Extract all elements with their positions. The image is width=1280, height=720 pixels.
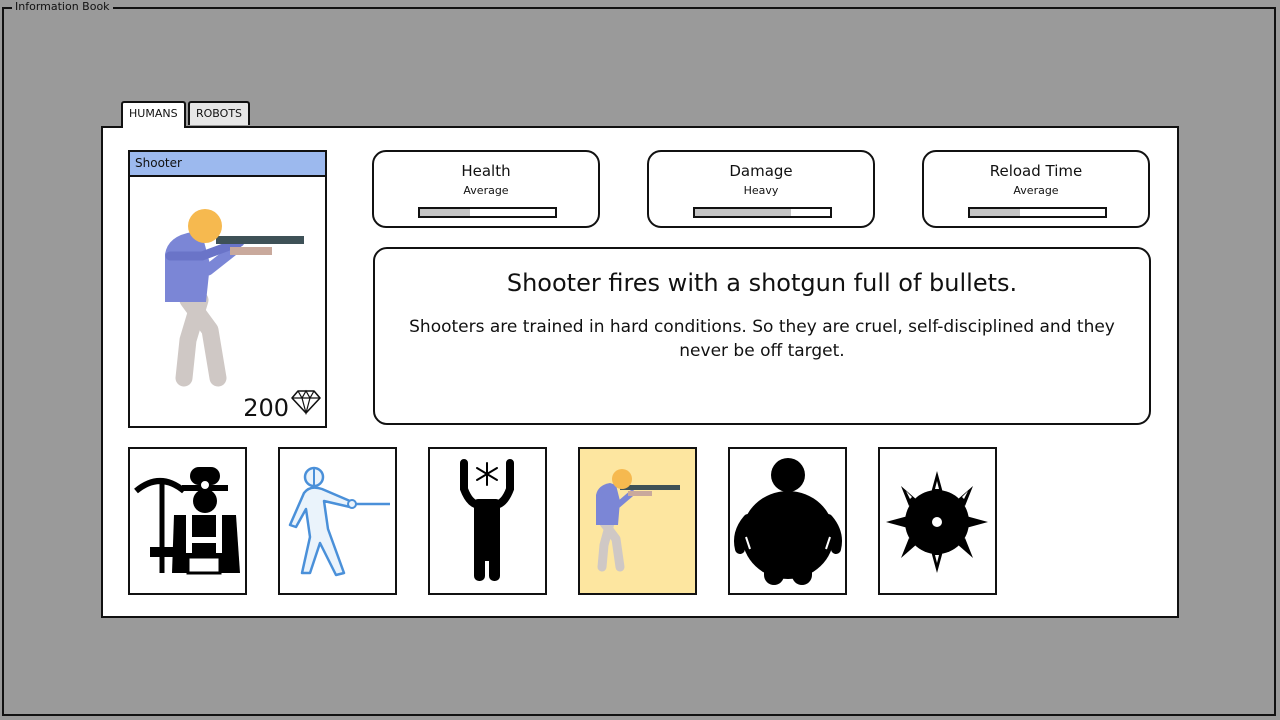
stat-bar bbox=[418, 207, 557, 218]
stat-name: Health bbox=[461, 162, 511, 180]
stat-bar-fill bbox=[420, 209, 470, 216]
fencer-icon bbox=[288, 466, 390, 577]
diamond-icon bbox=[290, 389, 322, 419]
tab-humans[interactable]: HUMANS bbox=[121, 101, 186, 128]
description-box: Shooter fires with a shotgun full of bul… bbox=[373, 247, 1151, 425]
stat-bar bbox=[693, 207, 832, 218]
frost-man-icon bbox=[460, 459, 514, 581]
fat-man-icon bbox=[734, 458, 842, 585]
stat-bar-fill bbox=[970, 209, 1020, 216]
unit-slot-miner[interactable] bbox=[128, 447, 247, 595]
card-cost: 200 bbox=[243, 394, 289, 422]
stat-name: Reload Time bbox=[989, 162, 1083, 180]
unit-slot-spiked-mine[interactable] bbox=[878, 447, 997, 595]
window-title: Information Book bbox=[12, 0, 113, 13]
stat-health: Health Average bbox=[372, 150, 600, 228]
spiked-mine-icon bbox=[886, 471, 988, 573]
description-body: Shooters are trained in hard conditions.… bbox=[409, 317, 1115, 361]
unit-slot-fat-man[interactable] bbox=[728, 447, 847, 595]
unit-slot-shooter[interactable] bbox=[578, 447, 697, 595]
unit-slot-frost-man[interactable] bbox=[428, 447, 547, 595]
info-panel: Shooter 200 Health Average Damage Heavy … bbox=[101, 126, 1179, 618]
stat-bar bbox=[968, 207, 1107, 218]
stat-name: Damage bbox=[729, 162, 793, 180]
unit-card: Shooter 200 bbox=[128, 150, 327, 428]
stat-damage: Damage Heavy bbox=[647, 150, 875, 228]
description-headline: Shooter fires with a shotgun full of bul… bbox=[506, 269, 1018, 297]
stat-level: Average bbox=[1013, 184, 1059, 197]
shooter-icon bbox=[140, 182, 310, 396]
unit-slot-fencer[interactable] bbox=[278, 447, 397, 595]
shooter-icon bbox=[596, 469, 680, 572]
card-title: Shooter bbox=[130, 152, 325, 177]
miner-icon bbox=[134, 467, 240, 575]
stat-level: Average bbox=[463, 184, 509, 197]
stat-reload-time: Reload Time Average bbox=[922, 150, 1150, 228]
stat-bar-fill bbox=[695, 209, 791, 216]
tab-robots[interactable]: ROBOTS bbox=[188, 101, 251, 125]
stat-level: Heavy bbox=[743, 184, 779, 197]
